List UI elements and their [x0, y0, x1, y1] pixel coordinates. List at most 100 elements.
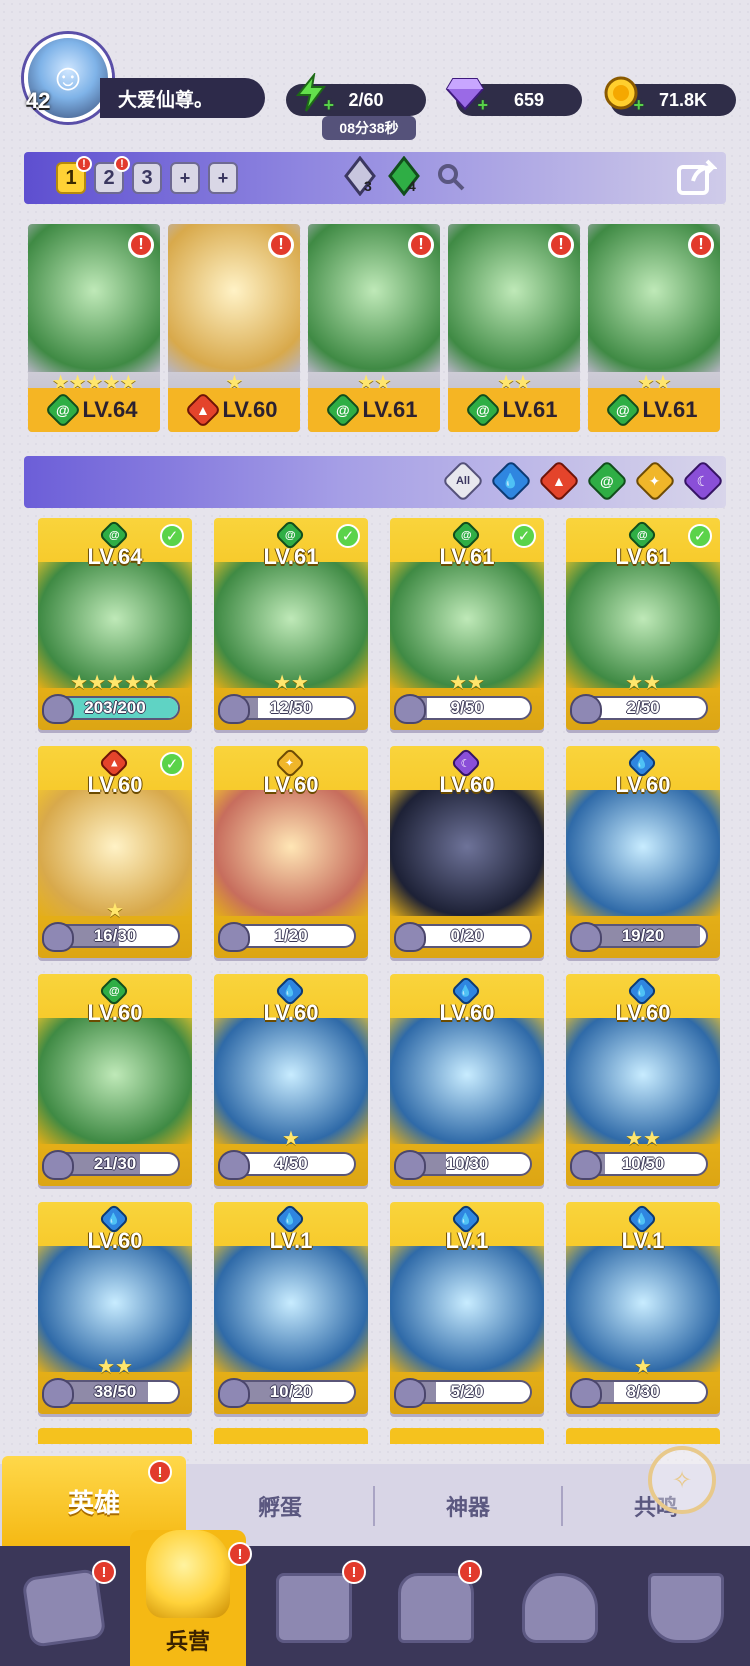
- hero-card-partial: [38, 1428, 192, 1444]
- banner-icon: [648, 1573, 724, 1643]
- hero-portrait: [566, 790, 720, 916]
- hero-level: LV.61: [439, 544, 495, 569]
- hero-card-partial: [390, 1428, 544, 1444]
- filter-water-button[interactable]: 💧: [489, 459, 533, 503]
- hero-card[interactable]: ☾ LV.60 0/20: [390, 746, 544, 958]
- hero-card[interactable]: @ LV.60 21/30: [38, 974, 192, 1186]
- team-slot-3[interactable]: 3: [132, 162, 162, 194]
- hero-card[interactable]: 💧 LV.60 ★★ 10/50: [566, 974, 720, 1186]
- wind-gem-icon[interactable]: 4: [386, 155, 426, 197]
- sparkle-button[interactable]: ✧: [648, 1446, 716, 1514]
- filter-all-button[interactable]: All: [441, 459, 485, 503]
- hero-card[interactable]: @ ✓ LV.61 ★★ 9/50: [390, 518, 544, 730]
- wind-element-icon: @: [585, 459, 629, 503]
- hero-card[interactable]: 💧 LV.60 10/30: [390, 974, 544, 1186]
- light-element-icon: ✦: [633, 459, 677, 503]
- water-gem-icon[interactable]: 3: [342, 155, 382, 197]
- barracks-icon: [146, 1530, 230, 1618]
- nav-cards[interactable]: !: [4, 1556, 124, 1660]
- fire-element-icon: ▲: [537, 459, 581, 503]
- nav-castle[interactable]: !: [376, 1556, 496, 1660]
- shard-icon: [394, 1378, 426, 1408]
- star-rating: ★★: [625, 672, 661, 694]
- gem-icon[interactable]: +: [444, 70, 488, 116]
- nav-map[interactable]: !: [254, 1556, 374, 1660]
- hero-level: LV.64: [87, 544, 143, 569]
- team-slot-2[interactable]: 2 !: [94, 156, 130, 194]
- water-element-icon: 💧: [489, 459, 533, 503]
- hero-card[interactable]: @ ✓ LV.61 ★★ 2/50: [566, 518, 720, 730]
- alert-dot: !: [228, 1542, 252, 1566]
- hero-card-partial: [214, 1428, 368, 1444]
- plus-icon: +: [633, 95, 644, 115]
- nav-guild[interactable]: [500, 1556, 620, 1660]
- add-team-slot-button[interactable]: +: [170, 162, 200, 194]
- star-rating: ★★: [97, 1356, 133, 1378]
- hero-card[interactable]: 💧 LV.1 10/20: [214, 1202, 368, 1414]
- hero-card[interactable]: 💧 LV.1 5/20: [390, 1202, 544, 1414]
- filter-dark-button[interactable]: ☾: [681, 459, 725, 503]
- hero-level: LV.64: [82, 397, 138, 422]
- player-name: 大爱仙尊。: [100, 78, 265, 118]
- shard-icon: [218, 1378, 250, 1408]
- filter-light-button[interactable]: ✦: [633, 459, 677, 503]
- plus-icon: +: [323, 95, 334, 115]
- shard-icon: [42, 694, 74, 724]
- hero-portrait: [214, 1246, 368, 1372]
- hero-level: LV.60: [439, 1000, 495, 1025]
- filter-fire-button[interactable]: ▲: [537, 459, 581, 503]
- shard-icon: [394, 1150, 426, 1180]
- hero-portrait: [38, 1018, 192, 1144]
- alert-dot: !: [688, 232, 714, 258]
- wind-element-icon: @: [465, 391, 502, 429]
- gold-coin-icon[interactable]: +: [600, 70, 644, 116]
- hero-portrait: [390, 790, 544, 916]
- star-rating: ★: [106, 900, 124, 922]
- hero-level-bar: @ LV.61: [308, 388, 440, 432]
- nav-barracks[interactable]: 兵营 !: [130, 1530, 252, 1666]
- hero-card[interactable]: ▲ ✓ LV.60 ★ 16/30: [38, 746, 192, 958]
- shard-icon: [570, 694, 602, 724]
- shard-icon: [570, 1378, 602, 1408]
- add-team-slot-button[interactable]: +: [208, 162, 238, 194]
- tab-artifacts[interactable]: 神器: [376, 1476, 560, 1536]
- team-hero-card[interactable]: ! ★★ @ LV.61: [448, 224, 580, 432]
- nav-banner[interactable]: [626, 1556, 746, 1660]
- gold-value: 71.8K: [658, 89, 708, 110]
- hero-level: LV.60: [263, 772, 319, 797]
- shard-icon: [42, 1378, 74, 1408]
- shard-icon: [570, 1150, 602, 1180]
- hero-level: LV.60: [263, 1000, 319, 1025]
- hero-level: LV.61: [502, 397, 558, 422]
- hero-level: LV.1: [621, 1228, 665, 1253]
- team-slot-1[interactable]: 1 !: [56, 156, 92, 194]
- alert-dot: !: [92, 1560, 116, 1584]
- hero-card[interactable]: 💧 LV.60 19/20: [566, 746, 720, 958]
- hero-card[interactable]: 💧 LV.60 ★ 4/50: [214, 974, 368, 1186]
- energy-timer: 08分38秒: [322, 116, 416, 140]
- team-hero-card[interactable]: ! ★ ▲ LV.60: [168, 224, 300, 432]
- share-icon[interactable]: [676, 156, 718, 198]
- hero-card[interactable]: ✦ LV.60 1/20: [214, 746, 368, 958]
- hero-card[interactable]: @ ✓ LV.61 ★★ 12/50: [214, 518, 368, 730]
- team-hero-card[interactable]: ! ★★★★★ @ LV.64: [28, 224, 160, 432]
- filter-wind-button[interactable]: @: [585, 459, 629, 503]
- hero-card[interactable]: @ ✓ LV.64 ★★★★★ 203/200: [38, 518, 192, 730]
- team-hero-card[interactable]: ! ★★ @ LV.61: [588, 224, 720, 432]
- team-hero-card[interactable]: ! ★★ @ LV.61: [308, 224, 440, 432]
- search-icon[interactable]: [436, 162, 468, 194]
- hero-level: LV.61: [263, 544, 319, 569]
- hero-card[interactable]: 💧 LV.60 ★★ 38/50: [38, 1202, 192, 1414]
- star-rating: ★★: [449, 672, 485, 694]
- tab-hatch[interactable]: 孵蛋: [190, 1476, 370, 1536]
- hero-card[interactable]: 💧 LV.1 ★ 8/30: [566, 1202, 720, 1414]
- hero-level-bar: @ LV.61: [588, 388, 720, 432]
- alert-dot: !: [342, 1560, 366, 1584]
- hero-level: LV.60: [439, 772, 495, 797]
- shard-icon: [218, 922, 250, 952]
- shard-icon: [218, 694, 250, 724]
- hero-portrait: [390, 1018, 544, 1144]
- hero-level: LV.61: [615, 544, 671, 569]
- hero-level: LV.60: [615, 772, 671, 797]
- energy-icon[interactable]: +: [290, 70, 334, 116]
